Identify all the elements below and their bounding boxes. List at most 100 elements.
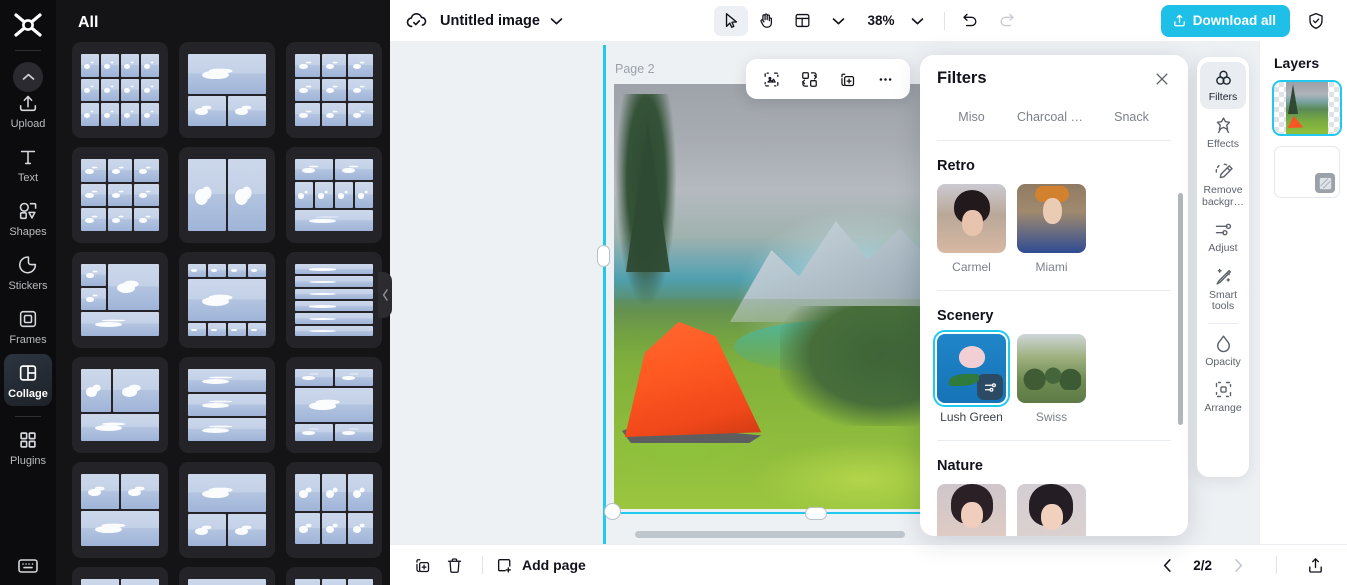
tool-filters[interactable]: Filters	[1200, 62, 1246, 109]
filter-item-miami[interactable]: Miami	[1017, 184, 1086, 274]
download-all-button[interactable]: Download all	[1160, 4, 1290, 37]
tool-opacity[interactable]: Opacity	[1200, 327, 1246, 374]
canvas-horizontal-scrollbar[interactable]	[635, 531, 905, 538]
template-cell	[208, 264, 226, 277]
sidebar-item-plugins[interactable]: Plugins	[4, 421, 52, 473]
template-cell	[321, 579, 347, 585]
upload-collapse-icon[interactable]	[13, 62, 43, 92]
template-card[interactable]	[72, 357, 168, 453]
tool-arrange[interactable]: Arrange	[1200, 373, 1246, 420]
rail-divider-top	[15, 50, 41, 51]
template-card[interactable]	[72, 252, 168, 348]
undo-button[interactable]	[954, 6, 988, 36]
capcut-logo[interactable]	[8, 8, 48, 42]
template-cell	[81, 264, 107, 286]
tool-remove-background[interactable]: Remove backgr…	[1200, 155, 1246, 213]
prev-page-button[interactable]	[1151, 550, 1183, 580]
tool-effects[interactable]: Effects	[1200, 109, 1246, 156]
crop-button[interactable]	[754, 63, 788, 95]
sidebar-item-stickers[interactable]: Stickers	[4, 246, 52, 298]
template-cell	[348, 78, 373, 102]
template-card[interactable]	[286, 252, 382, 348]
template-cell	[81, 369, 112, 413]
template-cell	[348, 513, 373, 544]
zoom-caret[interactable]	[901, 6, 935, 36]
document-title[interactable]: Untitled image	[440, 13, 540, 29]
template-cell	[81, 414, 159, 441]
template-card[interactable]	[72, 462, 168, 558]
template-preview	[81, 369, 159, 441]
panel-title: Layers	[1274, 55, 1320, 71]
delete-page-button[interactable]	[438, 550, 470, 580]
resize-handle-left[interactable]	[597, 245, 610, 267]
sidebar-item-frames[interactable]: Frames	[4, 300, 52, 352]
template-card[interactable]	[179, 252, 275, 348]
panel-title: Filters	[937, 69, 987, 87]
filters-panel-scrollbar[interactable]	[1178, 193, 1183, 425]
template-cell	[81, 159, 106, 182]
template-cell	[295, 159, 333, 181]
layout-tool[interactable]	[785, 6, 819, 36]
layout-caret[interactable]	[821, 6, 855, 36]
template-card[interactable]	[179, 462, 275, 558]
filter-item-swiss[interactable]: Swiss	[1017, 334, 1086, 424]
template-card[interactable]	[179, 42, 275, 138]
replace-button[interactable]	[792, 63, 826, 95]
zoom-level[interactable]: 38%	[857, 13, 898, 28]
template-cell	[295, 276, 373, 287]
template-cell	[101, 78, 119, 102]
template-cell	[295, 103, 320, 126]
tool-adjust[interactable]: Adjust	[1200, 213, 1246, 260]
template-card[interactable]	[286, 567, 382, 585]
left-sidebar: Upload Text Shapes Stickers Frames Colla…	[0, 0, 56, 585]
sidebar-item-label: Frames	[9, 334, 47, 346]
adjust-icon[interactable]	[977, 374, 1003, 400]
template-card[interactable]	[72, 147, 168, 243]
template-card[interactable]	[72, 567, 168, 585]
select-tool[interactable]	[713, 5, 748, 36]
close-icon[interactable]	[1153, 70, 1171, 88]
sidebar-item-shapes[interactable]: Shapes	[4, 192, 52, 244]
template-cell	[295, 182, 313, 208]
duplicate-button[interactable]	[830, 63, 864, 95]
template-card[interactable]	[286, 42, 382, 138]
template-card[interactable]	[72, 42, 168, 138]
shapes-icon	[16, 199, 40, 223]
filter-item-nature-1[interactable]	[937, 484, 1006, 536]
tool-smart-tools[interactable]: Smart tools	[1200, 260, 1246, 318]
template-cell	[81, 511, 159, 546]
more-button[interactable]	[868, 63, 902, 95]
canvas-photo[interactable]	[614, 84, 950, 509]
section-title-retro: Retro	[937, 158, 975, 174]
template-card[interactable]	[179, 567, 275, 585]
duplicate-page-button[interactable]	[406, 550, 438, 580]
add-page-label: Add page	[522, 557, 586, 573]
shield-check-icon[interactable]	[1299, 6, 1333, 36]
chevron-down-icon[interactable]	[550, 17, 563, 25]
filters-panel-body[interactable]: Miso Charcoal fir… Snack Retro Carmel Mi…	[920, 102, 1188, 536]
template-card[interactable]	[179, 147, 275, 243]
bottom-divider	[482, 556, 483, 574]
template-card[interactable]	[179, 357, 275, 453]
panel-collapse-handle[interactable]	[378, 272, 392, 318]
tool-label: Arrange	[1204, 402, 1242, 414]
template-card[interactable]	[286, 357, 382, 453]
next-page-button[interactable]	[1222, 550, 1254, 580]
keyboard-icon[interactable]	[16, 555, 40, 575]
sidebar-item-collage[interactable]: Collage	[4, 354, 52, 406]
layer-item-background[interactable]	[1274, 146, 1340, 198]
section-title-scenery: Scenery	[937, 308, 994, 324]
template-cell	[107, 208, 133, 231]
add-page-button[interactable]: Add page	[495, 556, 586, 575]
template-card[interactable]	[286, 462, 382, 558]
template-card[interactable]	[286, 147, 382, 243]
layer-item-image[interactable]	[1272, 80, 1342, 136]
filter-item-nature-2[interactable]	[1017, 484, 1086, 536]
export-button[interactable]	[1299, 550, 1331, 580]
filter-item-carmel[interactable]: Carmel	[937, 184, 1006, 274]
hand-tool[interactable]	[749, 6, 783, 36]
sidebar-item-text[interactable]: Text	[4, 138, 52, 190]
redo-button[interactable]	[990, 6, 1024, 36]
sidebar-item-upload[interactable]: Upload	[4, 55, 52, 136]
filter-item-lush-green[interactable]: Lush Green	[933, 330, 1010, 424]
